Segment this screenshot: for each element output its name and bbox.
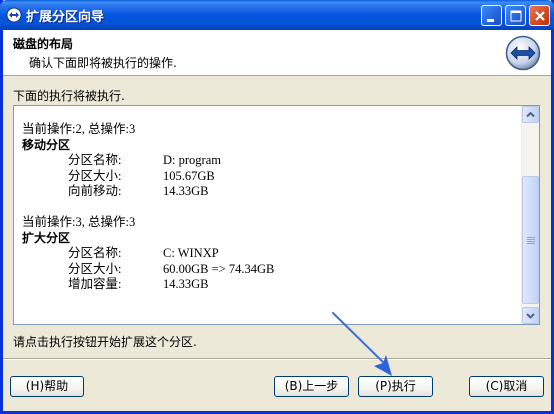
field-key: 分区名称: xyxy=(68,153,122,167)
chevron-up-icon xyxy=(526,111,535,118)
title-bar[interactable]: 扩展分区向导 xyxy=(0,0,554,30)
operation-field: 分区大小: 105.67GB xyxy=(22,169,512,185)
operation-field: 分区名称: C: WINXP xyxy=(22,246,512,262)
field-value: 14.33GB xyxy=(163,277,209,291)
grip-icon xyxy=(527,237,535,244)
field-key: 分区大小: xyxy=(68,168,122,183)
operations-list: 当前操作:2, 总操作:3 移动分区 分区名称: D: program 分区大小… xyxy=(22,122,512,293)
maximize-button[interactable] xyxy=(505,5,526,26)
wizard-window: 扩展分区向导 磁盘的布局 确认下面即将被执行的操作. 下面的执行将被执行. 当前… xyxy=(0,0,554,414)
operation-field: 分区大小: 60.00GB => 74.34GB xyxy=(22,262,512,278)
wizard-header: 磁盘的布局 确认下面即将被执行的操作. xyxy=(3,30,551,76)
help-button[interactable]: (H)帮助 xyxy=(10,376,84,397)
operation-heading: 当前操作:2, 总操作:3 xyxy=(22,122,136,136)
operation-heading: 当前操作:3, 总操作:3 xyxy=(22,215,136,229)
field-value: D: program xyxy=(163,153,221,167)
operation-name: 移动分区 xyxy=(22,137,71,152)
back-button[interactable]: (B)上一步 xyxy=(274,376,349,397)
hint-text: 请点击执行按钮开始扩展这个分区. xyxy=(13,335,197,349)
field-value: C: WINXP xyxy=(163,246,219,260)
header-subtitle: 确认下面即将被执行的操作. xyxy=(29,56,177,70)
field-key: 向前移动: xyxy=(68,184,122,198)
scroll-down-button[interactable] xyxy=(522,307,539,324)
partition-wizard-icon xyxy=(6,7,22,23)
operation-field: 分区名称: D: program xyxy=(22,153,512,169)
minimize-button[interactable] xyxy=(481,5,502,26)
window-title: 扩展分区向导 xyxy=(26,10,105,25)
scroll-thumb[interactable] xyxy=(522,176,539,304)
footer-divider xyxy=(3,358,551,360)
scroll-up-button[interactable] xyxy=(522,106,539,123)
intro-text: 下面的执行将被执行. xyxy=(13,89,125,103)
field-value: 14.33GB xyxy=(163,184,209,198)
maximize-icon xyxy=(510,10,522,22)
chevron-down-icon xyxy=(526,313,535,319)
field-key: 分区大小: xyxy=(68,261,122,276)
operation-field: 增加容量: 14.33GB xyxy=(22,277,512,293)
field-value: 105.67GB xyxy=(163,168,215,183)
minimize-icon xyxy=(487,19,494,22)
cancel-button[interactable]: (C)取消 xyxy=(469,376,544,397)
operation-name: 扩大分区 xyxy=(22,230,71,245)
close-icon xyxy=(535,11,545,21)
field-key: 分区名称: xyxy=(68,246,122,260)
field-value: 60.00GB => 74.34GB xyxy=(163,261,275,276)
operations-log[interactable]: 当前操作:2, 总操作:3 移动分区 分区名称: D: program 分区大小… xyxy=(13,105,540,325)
execute-button[interactable]: (P)执行 xyxy=(358,376,433,397)
close-button[interactable] xyxy=(529,5,550,26)
field-key: 增加容量: xyxy=(68,277,122,291)
resize-arrows-icon xyxy=(505,35,541,71)
operation-field: 向前移动: 14.33GB xyxy=(22,184,512,200)
header-title: 磁盘的布局 xyxy=(13,37,74,51)
vertical-scrollbar[interactable] xyxy=(521,106,539,324)
